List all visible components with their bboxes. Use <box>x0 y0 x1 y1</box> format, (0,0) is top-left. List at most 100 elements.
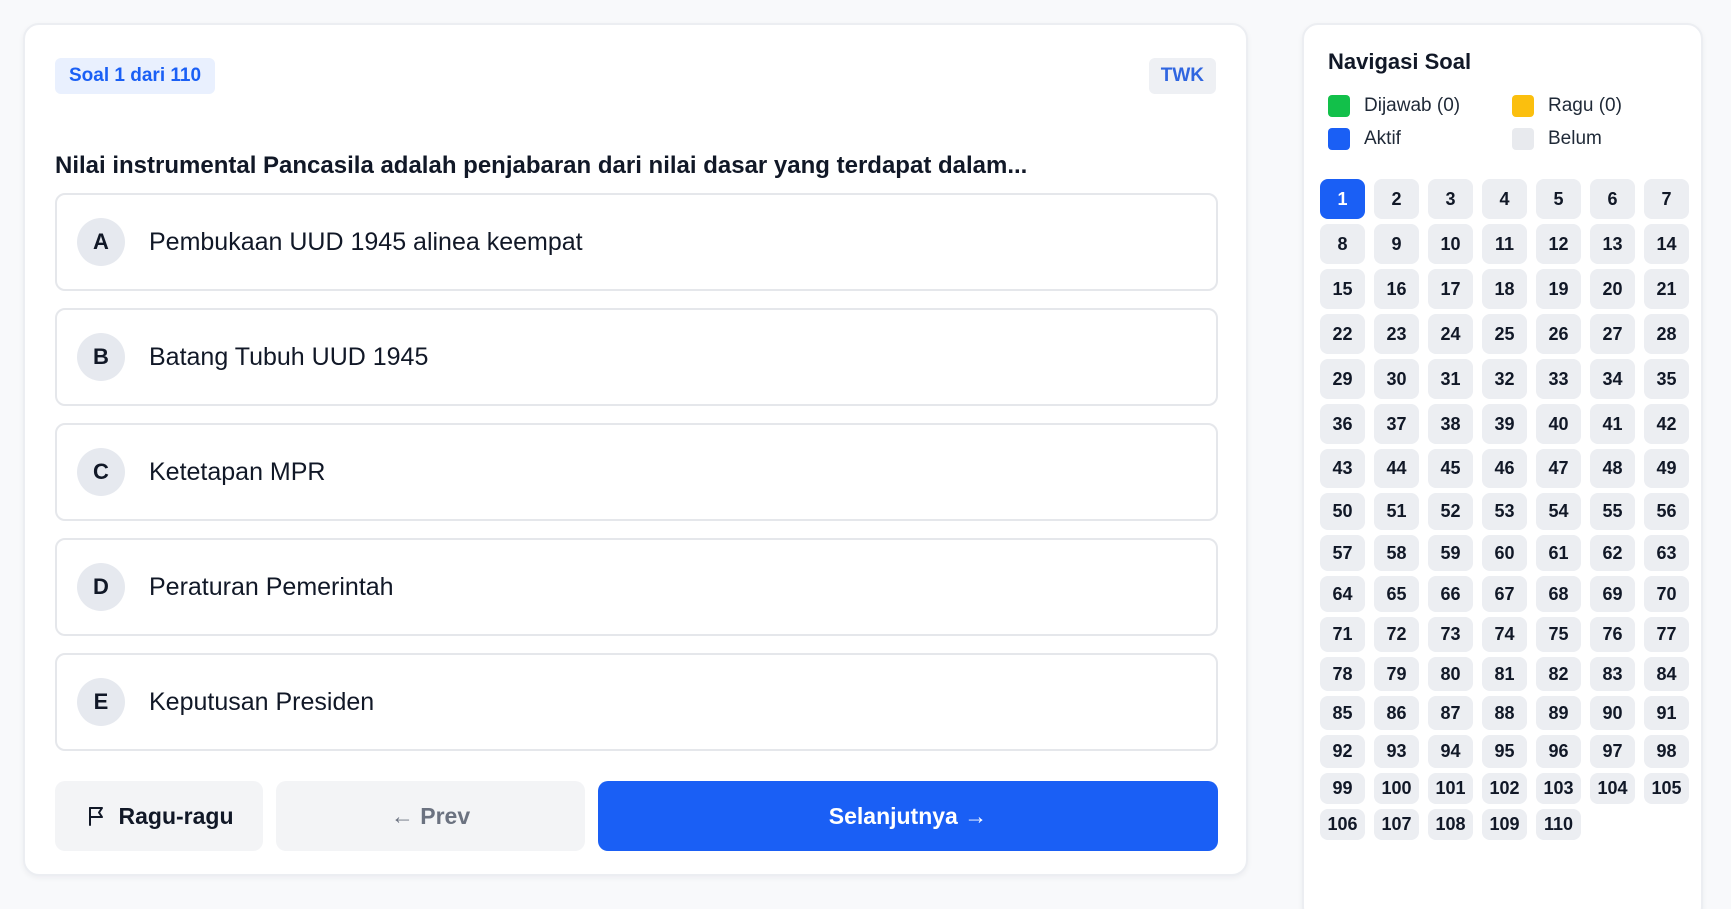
question-nav-84[interactable]: 84 <box>1644 657 1689 691</box>
ragu-ragu-button[interactable]: Ragu-ragu <box>55 781 263 851</box>
question-nav-85[interactable]: 85 <box>1320 696 1365 730</box>
question-nav-77[interactable]: 77 <box>1644 617 1689 652</box>
question-nav-39[interactable]: 39 <box>1482 404 1527 444</box>
question-nav-81[interactable]: 81 <box>1482 657 1527 691</box>
question-nav-100[interactable]: 100 <box>1374 773 1419 804</box>
question-nav-22[interactable]: 22 <box>1320 314 1365 354</box>
question-nav-79[interactable]: 79 <box>1374 657 1419 691</box>
question-nav-19[interactable]: 19 <box>1536 269 1581 309</box>
question-nav-25[interactable]: 25 <box>1482 314 1527 354</box>
option-c[interactable]: C Ketetapan MPR <box>55 423 1218 521</box>
question-nav-4[interactable]: 4 <box>1482 179 1527 219</box>
question-nav-60[interactable]: 60 <box>1482 535 1527 571</box>
question-nav-76[interactable]: 76 <box>1590 617 1635 652</box>
question-nav-88[interactable]: 88 <box>1482 696 1527 730</box>
question-nav-69[interactable]: 69 <box>1590 576 1635 612</box>
option-b[interactable]: B Batang Tubuh UUD 1945 <box>55 308 1218 406</box>
question-nav-72[interactable]: 72 <box>1374 617 1419 652</box>
question-nav-6[interactable]: 6 <box>1590 179 1635 219</box>
question-nav-98[interactable]: 98 <box>1644 735 1689 768</box>
question-nav-26[interactable]: 26 <box>1536 314 1581 354</box>
question-nav-33[interactable]: 33 <box>1536 359 1581 399</box>
question-nav-45[interactable]: 45 <box>1428 449 1473 488</box>
question-nav-96[interactable]: 96 <box>1536 735 1581 768</box>
question-nav-99[interactable]: 99 <box>1320 773 1365 804</box>
question-nav-41[interactable]: 41 <box>1590 404 1635 444</box>
question-nav-64[interactable]: 64 <box>1320 576 1365 612</box>
question-nav-44[interactable]: 44 <box>1374 449 1419 488</box>
question-nav-29[interactable]: 29 <box>1320 359 1365 399</box>
question-nav-18[interactable]: 18 <box>1482 269 1527 309</box>
question-nav-7[interactable]: 7 <box>1644 179 1689 219</box>
question-nav-2[interactable]: 2 <box>1374 179 1419 219</box>
question-nav-31[interactable]: 31 <box>1428 359 1473 399</box>
question-nav-27[interactable]: 27 <box>1590 314 1635 354</box>
question-nav-103[interactable]: 103 <box>1536 773 1581 804</box>
question-nav-87[interactable]: 87 <box>1428 696 1473 730</box>
question-nav-12[interactable]: 12 <box>1536 224 1581 264</box>
question-nav-52[interactable]: 52 <box>1428 493 1473 530</box>
question-nav-14[interactable]: 14 <box>1644 224 1689 264</box>
question-nav-54[interactable]: 54 <box>1536 493 1581 530</box>
question-nav-75[interactable]: 75 <box>1536 617 1581 652</box>
question-nav-90[interactable]: 90 <box>1590 696 1635 730</box>
question-nav-73[interactable]: 73 <box>1428 617 1473 652</box>
question-nav-11[interactable]: 11 <box>1482 224 1527 264</box>
question-nav-108[interactable]: 108 <box>1428 809 1473 840</box>
question-nav-37[interactable]: 37 <box>1374 404 1419 444</box>
option-d[interactable]: D Peraturan Pemerintah <box>55 538 1218 636</box>
question-nav-93[interactable]: 93 <box>1374 735 1419 768</box>
question-nav-3[interactable]: 3 <box>1428 179 1473 219</box>
question-nav-109[interactable]: 109 <box>1482 809 1527 840</box>
prev-button[interactable]: ← Prev <box>276 781 585 851</box>
question-nav-83[interactable]: 83 <box>1590 657 1635 691</box>
question-nav-48[interactable]: 48 <box>1590 449 1635 488</box>
question-nav-15[interactable]: 15 <box>1320 269 1365 309</box>
question-nav-70[interactable]: 70 <box>1644 576 1689 612</box>
question-nav-43[interactable]: 43 <box>1320 449 1365 488</box>
question-nav-13[interactable]: 13 <box>1590 224 1635 264</box>
question-nav-80[interactable]: 80 <box>1428 657 1473 691</box>
question-nav-86[interactable]: 86 <box>1374 696 1419 730</box>
question-nav-53[interactable]: 53 <box>1482 493 1527 530</box>
question-nav-78[interactable]: 78 <box>1320 657 1365 691</box>
question-nav-104[interactable]: 104 <box>1590 773 1635 804</box>
question-nav-58[interactable]: 58 <box>1374 535 1419 571</box>
question-nav-20[interactable]: 20 <box>1590 269 1635 309</box>
question-nav-49[interactable]: 49 <box>1644 449 1689 488</box>
question-nav-32[interactable]: 32 <box>1482 359 1527 399</box>
question-nav-17[interactable]: 17 <box>1428 269 1473 309</box>
question-nav-66[interactable]: 66 <box>1428 576 1473 612</box>
question-nav-94[interactable]: 94 <box>1428 735 1473 768</box>
question-nav-34[interactable]: 34 <box>1590 359 1635 399</box>
question-nav-1[interactable]: 1 <box>1320 179 1365 219</box>
question-nav-82[interactable]: 82 <box>1536 657 1581 691</box>
question-nav-8[interactable]: 8 <box>1320 224 1365 264</box>
question-nav-95[interactable]: 95 <box>1482 735 1527 768</box>
question-nav-40[interactable]: 40 <box>1536 404 1581 444</box>
question-nav-91[interactable]: 91 <box>1644 696 1689 730</box>
question-nav-55[interactable]: 55 <box>1590 493 1635 530</box>
question-nav-102[interactable]: 102 <box>1482 773 1527 804</box>
question-nav-65[interactable]: 65 <box>1374 576 1419 612</box>
question-nav-5[interactable]: 5 <box>1536 179 1581 219</box>
question-nav-51[interactable]: 51 <box>1374 493 1419 530</box>
question-nav-92[interactable]: 92 <box>1320 735 1365 768</box>
question-nav-105[interactable]: 105 <box>1644 773 1689 804</box>
question-nav-38[interactable]: 38 <box>1428 404 1473 444</box>
question-nav-47[interactable]: 47 <box>1536 449 1581 488</box>
question-nav-110[interactable]: 110 <box>1536 809 1581 840</box>
question-nav-107[interactable]: 107 <box>1374 809 1419 840</box>
question-nav-21[interactable]: 21 <box>1644 269 1689 309</box>
question-nav-16[interactable]: 16 <box>1374 269 1419 309</box>
question-nav-42[interactable]: 42 <box>1644 404 1689 444</box>
question-nav-30[interactable]: 30 <box>1374 359 1419 399</box>
question-nav-9[interactable]: 9 <box>1374 224 1419 264</box>
question-nav-97[interactable]: 97 <box>1590 735 1635 768</box>
question-nav-24[interactable]: 24 <box>1428 314 1473 354</box>
question-nav-63[interactable]: 63 <box>1644 535 1689 571</box>
question-nav-61[interactable]: 61 <box>1536 535 1581 571</box>
question-nav-46[interactable]: 46 <box>1482 449 1527 488</box>
question-nav-101[interactable]: 101 <box>1428 773 1473 804</box>
question-nav-35[interactable]: 35 <box>1644 359 1689 399</box>
